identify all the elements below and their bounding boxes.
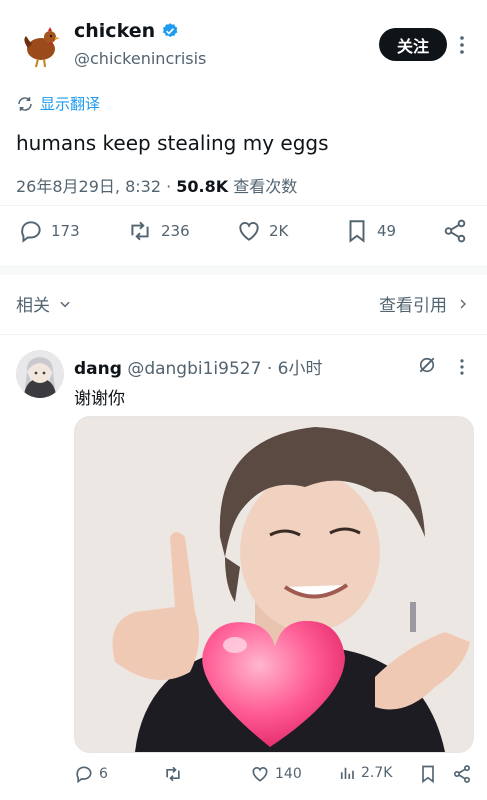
reply-text: 谢谢你 [74, 389, 125, 409]
related-dropdown[interactable]: 相关 [16, 291, 72, 316]
reply-time[interactable]: · 6小时 [261, 359, 323, 379]
bookmark-button[interactable]: 49 [344, 218, 396, 244]
like-icon [252, 766, 268, 782]
repost-button[interactable]: 236 [126, 218, 190, 244]
chevron-right-icon [460, 299, 466, 308]
related-label: 相关 [16, 296, 50, 316]
reply-reply-count: 6 [99, 766, 108, 782]
author-avatar[interactable] [16, 22, 64, 70]
reply-icon [76, 766, 92, 784]
share-icon [454, 765, 470, 783]
tweet-actions: 173 236 2K 49 [16, 218, 472, 252]
view-quotes-link[interactable]: 查看引用 [379, 291, 469, 316]
views-label: 查看次数 [228, 177, 298, 196]
anime-avatar-icon [16, 350, 64, 398]
author-name-row[interactable]: chicken [74, 20, 179, 42]
timestamp[interactable]: 26年8月29日, 8:32 · [16, 177, 176, 196]
repost-count: 236 [161, 222, 190, 240]
chevron-down-icon [60, 301, 70, 307]
translate-link[interactable]: 显示翻译 [16, 93, 100, 114]
reply-actions: 6 140 2.7K [74, 764, 474, 788]
divider [0, 205, 487, 206]
reply-media-image[interactable] [74, 416, 474, 753]
section-separator [0, 267, 487, 275]
photo-illustration [75, 417, 473, 752]
reply-share-button[interactable] [452, 764, 472, 784]
more-icon[interactable] [455, 357, 469, 381]
tweet-text: humans keep stealing my eggs [16, 131, 329, 155]
like-count: 2K [269, 222, 289, 240]
view-quotes-label: 查看引用 [379, 296, 447, 316]
reply-reply-button[interactable]: 6 [74, 764, 108, 784]
divider [0, 334, 487, 335]
tweet-meta: 26年8月29日, 8:32 · 50.8K 查看次数 [16, 173, 297, 197]
verified-badge-icon [162, 23, 178, 38]
author-handle[interactable]: @chickenincrisis [74, 49, 206, 68]
like-icon [239, 222, 259, 241]
grok-icon[interactable] [417, 355, 437, 379]
bookmark-icon [349, 220, 365, 243]
chicken-icon [24, 27, 60, 68]
reply-bookmark-button[interactable] [418, 764, 438, 784]
bookmark-icon [422, 765, 434, 784]
reply-count: 173 [51, 222, 80, 240]
translate-label[interactable]: 显示翻译 [40, 93, 100, 114]
author-name[interactable]: chicken [74, 20, 155, 42]
follow-button[interactable]: 关注 [379, 28, 447, 61]
reply-author-handle[interactable]: @dangbi1i9527 [127, 359, 261, 379]
share-icon [444, 219, 466, 243]
more-icon[interactable] [454, 34, 470, 60]
views-icon [340, 767, 354, 779]
views-count: 50.8K [176, 177, 229, 196]
repost-icon [131, 221, 149, 241]
translate-icon [18, 96, 32, 111]
reply-author-name[interactable]: dang [74, 359, 122, 379]
share-button[interactable] [442, 218, 468, 244]
reply-avatar[interactable] [16, 350, 64, 398]
reply-like-button[interactable]: 140 [250, 764, 302, 784]
bookmark-count: 49 [377, 222, 397, 240]
repost-icon [166, 766, 180, 782]
reply-like-count: 140 [275, 766, 302, 782]
reply-views-button[interactable]: 2.7K [338, 764, 392, 782]
like-button[interactable]: 2K [236, 218, 288, 244]
reply-icon [21, 221, 41, 243]
reply-views-count: 2.7K [361, 765, 393, 781]
reply-header: dang @dangbi1i9527 · 6小时 [74, 354, 322, 379]
reply-button[interactable]: 173 [18, 218, 80, 244]
reply-repost-button[interactable] [162, 764, 184, 784]
